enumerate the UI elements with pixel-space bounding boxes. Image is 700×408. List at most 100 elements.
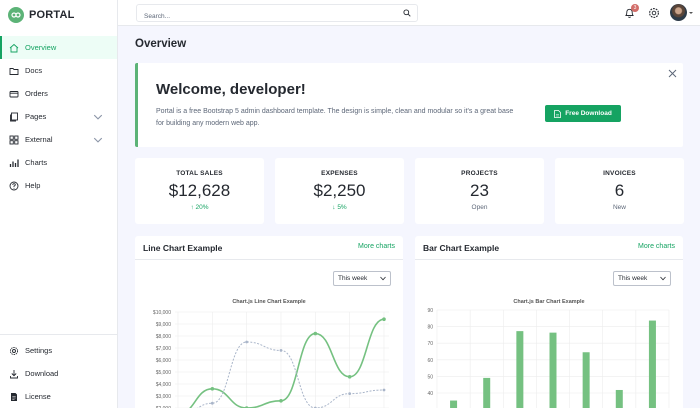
y-tick-label: 70 [427, 341, 433, 347]
home-icon [9, 43, 19, 53]
gear-icon[interactable] [648, 7, 660, 19]
bar [483, 378, 490, 408]
card-header: Line Chart Example More charts [135, 236, 403, 260]
gear-icon [9, 346, 19, 356]
sidebar-item-label: External [25, 135, 53, 144]
data-point [279, 399, 283, 403]
sidebar-item-download[interactable]: Download [0, 362, 117, 385]
data-point [211, 387, 215, 391]
sidebar-item-label: Docs [25, 66, 42, 75]
stat-label: EXPENSES [275, 170, 404, 177]
page-title: Overview [135, 38, 186, 50]
y-tick-label: 40 [427, 391, 433, 397]
free-download-button[interactable]: Free Download [545, 105, 621, 122]
sidebar-item-settings[interactable]: Settings [0, 339, 117, 362]
more-charts-link[interactable]: More charts [358, 243, 395, 250]
stat-note: New [555, 204, 684, 211]
close-icon[interactable] [668, 69, 677, 78]
data-point [280, 349, 283, 352]
y-tick-label: 50 [427, 374, 433, 380]
grid-icon [9, 135, 19, 145]
logo-icon [8, 7, 24, 23]
y-tick-label: $8,000 [156, 334, 172, 340]
bar [516, 331, 523, 408]
sidebar-item-label: Download [25, 369, 58, 378]
stat-projects[interactable]: PROJECTS 23 Open [415, 158, 544, 224]
bar [450, 401, 457, 408]
sidebar-item-label: Charts [25, 158, 47, 167]
top-header: 3 [118, 0, 700, 26]
free-download-label: Free Download [565, 110, 612, 117]
bar-chart-card: Bar Chart Example More charts This week … [415, 236, 683, 408]
stat-label: TOTAL SALES [135, 170, 264, 177]
welcome-banner: Welcome, developer! Portal is a free Boo… [135, 63, 683, 147]
file-icon [554, 110, 561, 118]
stat-value: 23 [415, 181, 544, 201]
y-tick-label: $3,000 [156, 394, 172, 400]
sidebar-item-external[interactable]: External [0, 128, 117, 151]
stat-value: 6 [555, 181, 684, 201]
search-box [136, 4, 418, 22]
sidebar-item-label: Settings [25, 346, 52, 355]
sidebar-item-label: License [25, 392, 51, 401]
bar [649, 321, 656, 408]
sidebar-item-pages[interactable]: Pages [0, 105, 117, 128]
sidebar-item-docs[interactable]: Docs [0, 59, 117, 82]
welcome-title: Welcome, developer! [156, 81, 306, 98]
stat-note: Open [415, 204, 544, 211]
card-header: Bar Chart Example More charts [415, 236, 683, 260]
sidebar-footer: Settings Download License [0, 334, 117, 408]
data-point [382, 317, 386, 321]
stat-expenses[interactable]: EXPENSES $2,250 ↓ 5% [275, 158, 404, 224]
card-icon [9, 89, 19, 99]
sidebar-item-label: Overview [25, 43, 56, 52]
period-select-value: This week [338, 275, 367, 282]
bar-chart: Chart.js Bar Chart Example908070605040 [415, 292, 683, 408]
search-icon[interactable] [403, 9, 411, 17]
sidebar-nav: Overview Docs Orders Pages External Char… [0, 36, 117, 197]
chevron-down-icon [660, 276, 666, 281]
search-input[interactable] [137, 9, 387, 25]
data-point [348, 375, 352, 379]
stat-change: ↓ 5% [275, 204, 404, 211]
bar [583, 352, 590, 408]
sidebar-item-overview[interactable]: Overview [0, 36, 117, 59]
stat-value: $12,628 [135, 181, 264, 201]
stat-label: PROJECTS [415, 170, 544, 177]
y-tick-label: $10,000 [153, 310, 171, 316]
welcome-text: Portal is a free Bootstrap 5 admin dashb… [156, 106, 518, 130]
chevron-down-icon [93, 112, 103, 122]
stat-total-sales[interactable]: TOTAL SALES $12,628 ↑ 20% [135, 158, 264, 224]
user-avatar[interactable] [670, 4, 687, 21]
brand-name: PORTAL [29, 9, 75, 21]
period-select[interactable]: This week [613, 271, 671, 286]
question-icon [9, 181, 19, 191]
sidebar-item-orders[interactable]: Orders [0, 82, 117, 105]
line-chart-card: Line Chart Example More charts This week… [135, 236, 403, 408]
y-tick-label: $4,000 [156, 382, 172, 388]
y-tick-label: $6,000 [156, 358, 172, 364]
sidebar-item-license[interactable]: License [0, 385, 117, 408]
bar [616, 390, 623, 408]
more-charts-link[interactable]: More charts [638, 243, 675, 250]
sidebar-item-label: Orders [25, 89, 48, 98]
period-select[interactable]: This week [333, 271, 391, 286]
stat-label: INVOICES [555, 170, 684, 177]
caret-down-icon[interactable] [689, 12, 693, 14]
data-point [245, 341, 248, 344]
period-select-value: This week [618, 275, 647, 282]
card-title: Line Chart Example [143, 243, 222, 253]
chart-title: Chart.js Bar Chart Example [513, 299, 584, 305]
sidebar-item-label: Pages [25, 112, 46, 121]
data-point [211, 402, 214, 405]
sidebar-item-charts[interactable]: Charts [0, 151, 117, 174]
brand-logo[interactable]: PORTAL [0, 1, 117, 29]
bar-chart-icon [9, 158, 19, 168]
stat-invoices[interactable]: INVOICES 6 New [555, 158, 684, 224]
stat-change: ↑ 20% [135, 204, 264, 211]
chevron-down-icon [93, 135, 103, 145]
download-icon [9, 369, 19, 379]
line-chart: Chart.js Line Chart Example$10,000$9,000… [135, 292, 403, 408]
file-icon [9, 392, 19, 402]
sidebar-item-help[interactable]: Help [0, 174, 117, 197]
